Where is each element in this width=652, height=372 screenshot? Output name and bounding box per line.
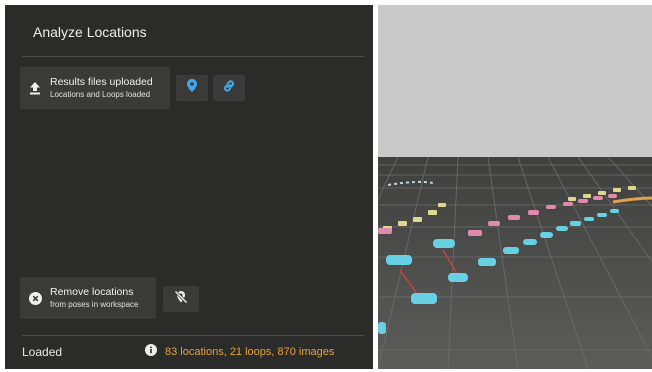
- location-pin-icon: [187, 79, 197, 97]
- 3d-viewport[interactable]: [378, 5, 652, 369]
- link-button[interactable]: [213, 75, 245, 101]
- status-divider: [22, 335, 364, 336]
- status-label: Loaded: [22, 345, 63, 359]
- link-icon: [222, 79, 236, 98]
- title-divider: [22, 56, 364, 57]
- results-uploaded-label: Results files uploaded: [50, 76, 153, 89]
- remove-locations-button[interactable]: Remove locations from poses in workspace: [20, 277, 156, 319]
- location-off-icon: [174, 289, 188, 309]
- results-uploaded-button[interactable]: Results files uploaded Locations and Loo…: [20, 67, 170, 109]
- remove-locations-label: Remove locations: [50, 286, 134, 299]
- upload-icon: [20, 81, 50, 95]
- sky: [378, 5, 652, 157]
- info-icon: [145, 344, 157, 359]
- results-uploaded-sublabel: Locations and Loops loaded: [50, 89, 151, 99]
- analyze-locations-panel: Analyze Locations Results files uploaded…: [5, 5, 373, 369]
- panel-title: Analyze Locations: [33, 24, 147, 40]
- scene-canvas: [378, 5, 652, 369]
- remove-locations-sublabel: from poses in workspace: [50, 299, 139, 309]
- status-summary: 83 locations, 21 loops, 870 images: [145, 344, 334, 359]
- location-pin-button[interactable]: [176, 75, 208, 101]
- close-circle-icon: [20, 291, 50, 305]
- ground-plane: [378, 157, 652, 369]
- hide-locations-button[interactable]: [163, 286, 199, 312]
- status-summary-text: 83 locations, 21 loops, 870 images: [165, 345, 335, 358]
